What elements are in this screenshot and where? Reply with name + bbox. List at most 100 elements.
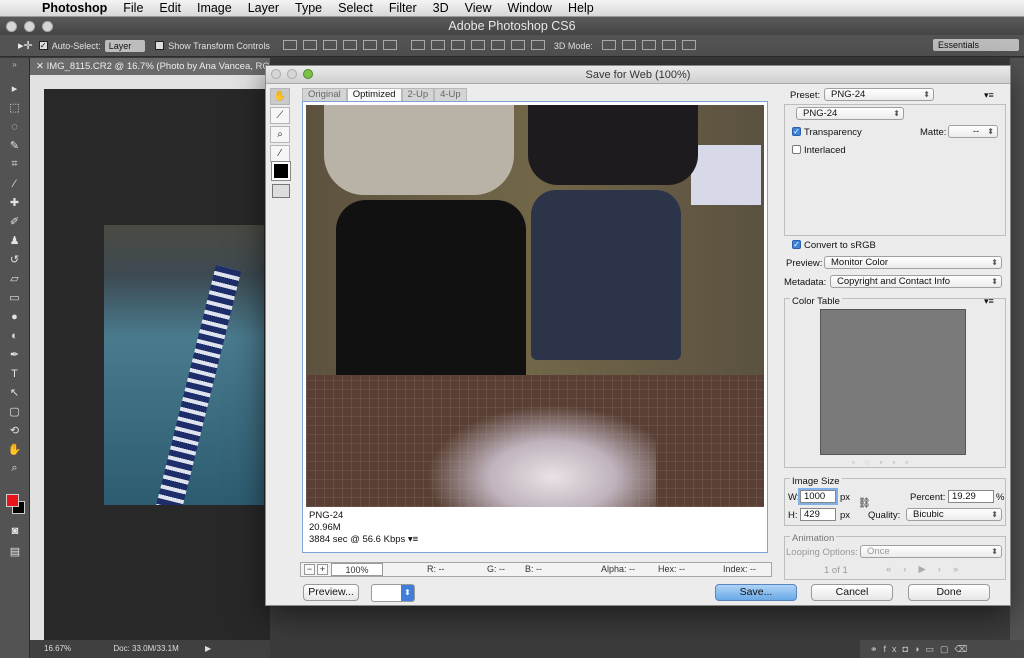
menu-layer[interactable]: Layer (240, 1, 287, 15)
minimize-icon[interactable] (24, 21, 35, 32)
path-select-tool-icon[interactable]: ↖ (5, 384, 25, 401)
lasso-tool-icon[interactable]: ◌ (5, 118, 25, 135)
file-format-select[interactable]: PNG-24 (796, 107, 904, 120)
new-color-icon[interactable]: ▫ (892, 458, 905, 467)
optimized-preview[interactable]: PNG-24 20.96M 3884 sec @ 56.6 Kbps ▾≡ (302, 101, 768, 553)
move-tool-icon[interactable]: ▸✛ (18, 39, 33, 52)
zoom-level[interactable]: 16.67% (44, 644, 71, 653)
3d-tool-icon[interactable]: ⟲ (5, 422, 25, 439)
chevron-down-icon[interactable]: ⬍ (401, 585, 414, 601)
menu-help[interactable]: Help (560, 1, 602, 15)
quality-select[interactable]: Bicubic (906, 508, 1002, 521)
screen-mode-icon[interactable]: ▤ (5, 543, 25, 560)
trash-icon[interactable]: ⌫ (954, 644, 973, 654)
align-top-icon[interactable] (282, 39, 297, 50)
eyedropper-tool-icon[interactable]: ⁄ (270, 145, 290, 162)
preview-color-select[interactable]: Monitor Color (824, 256, 1002, 269)
3d-roll-icon[interactable] (621, 39, 636, 50)
zoom-icon[interactable] (42, 21, 53, 32)
adjustment-icon[interactable]: ◑ (914, 644, 925, 654)
tab-optimized[interactable]: Optimized (346, 88, 402, 101)
eyedropper-tool-icon[interactable]: ⁄ (5, 175, 25, 192)
lock-color-icon[interactable]: ▫ (880, 458, 893, 467)
toolbox-collapse-icon[interactable]: » (0, 58, 29, 78)
document-tab[interactable]: ✕ IMG_8115.CR2 @ 16.7% (Photo by Ana Van… (30, 58, 270, 75)
percent-input[interactable]: 19.29 (948, 490, 994, 503)
dialog-zoom-icon[interactable] (303, 69, 313, 79)
new-layer-icon[interactable]: ▢ (940, 644, 955, 654)
eyedropper-color-swatch[interactable] (271, 161, 291, 181)
save-button[interactable]: Save... (715, 584, 797, 601)
done-button[interactable]: Done (908, 584, 990, 601)
zoom-out-button[interactable]: − (304, 564, 315, 575)
distribute-center-icon[interactable] (490, 39, 505, 50)
link-layers-icon[interactable]: ⚭ (870, 644, 884, 654)
menu-view[interactable]: View (457, 1, 500, 15)
move-tool-icon[interactable]: ▸ (5, 80, 25, 97)
close-tab-icon[interactable]: ✕ (36, 61, 47, 72)
distribute-top-icon[interactable] (410, 39, 425, 50)
matte-select[interactable]: -- (948, 125, 998, 138)
tab-original[interactable]: Original (302, 88, 347, 101)
hand-tool-icon[interactable]: ✋ (270, 88, 290, 105)
fx-icon[interactable]: fx (884, 644, 903, 654)
height-input[interactable]: 429 (800, 508, 836, 521)
zoom-level-select[interactable]: 100% (331, 563, 383, 576)
shape-tool-icon[interactable]: ▢ (5, 403, 25, 420)
distribute-left-icon[interactable] (470, 39, 485, 50)
blur-tool-icon[interactable]: ● (5, 308, 25, 325)
align-center-icon[interactable] (362, 39, 377, 50)
quick-mask-icon[interactable]: ◙ (5, 522, 25, 539)
3d-scale-icon[interactable] (681, 39, 696, 50)
dodge-tool-icon[interactable]: ◐ (5, 327, 25, 344)
menu-edit[interactable]: Edit (151, 1, 189, 15)
auto-select-checkbox[interactable]: ✓ (38, 41, 48, 50)
menu-3d[interactable]: 3D (425, 1, 457, 15)
interlaced-checkbox[interactable] (792, 145, 801, 154)
metadata-select[interactable]: Copyright and Contact Info (830, 275, 1002, 288)
type-tool-icon[interactable]: T (5, 365, 25, 382)
optimize-menu-icon[interactable]: ▾≡ (984, 90, 994, 101)
map-color-icon[interactable]: ▫ (852, 458, 865, 467)
align-left-icon[interactable] (342, 39, 357, 50)
color-table-menu-icon[interactable]: ▾≡ (984, 296, 994, 307)
distribute-middle-icon[interactable] (430, 39, 445, 50)
3d-drag-icon[interactable] (641, 39, 656, 50)
convert-srgb-checkbox[interactable]: ✓ (792, 240, 801, 249)
zoom-tool-icon[interactable]: ⌕ (5, 460, 25, 477)
quick-select-tool-icon[interactable]: ✎ (5, 137, 25, 154)
preset-select[interactable]: PNG-24 (824, 88, 934, 101)
cancel-button[interactable]: Cancel (811, 584, 893, 601)
status-arrow-icon[interactable]: ▶ (205, 644, 211, 653)
menu-image[interactable]: Image (189, 1, 240, 15)
hand-tool-icon[interactable]: ✋ (5, 441, 25, 458)
gradient-tool-icon[interactable]: ▭ (5, 289, 25, 306)
eraser-tool-icon[interactable]: ▱ (5, 270, 25, 287)
3d-slide-icon[interactable] (661, 39, 676, 50)
3d-rotate-icon[interactable] (601, 39, 616, 50)
transparency-checkbox[interactable]: ✓ (792, 127, 801, 136)
layer-select[interactable]: Layer (104, 39, 146, 52)
close-icon[interactable] (6, 21, 17, 32)
menu-file[interactable]: File (115, 1, 151, 15)
stamp-tool-icon[interactable]: ♟ (5, 232, 25, 249)
preview-button[interactable]: Preview... (303, 584, 359, 601)
menu-type[interactable]: Type (287, 1, 330, 15)
zoom-tool-icon[interactable]: ⌕ (270, 126, 290, 143)
align-middle-icon[interactable] (302, 39, 317, 50)
crop-tool-icon[interactable]: ⌗ (5, 156, 25, 173)
show-transform-checkbox[interactable] (155, 41, 165, 50)
download-menu-icon[interactable]: ▾≡ (408, 534, 418, 545)
menu-window[interactable]: Window (500, 1, 560, 15)
menu-filter[interactable]: Filter (381, 1, 425, 15)
align-bottom-icon[interactable] (322, 39, 337, 50)
width-input[interactable]: 1000 (798, 488, 838, 505)
menu-app[interactable]: Photoshop (34, 1, 115, 15)
toggle-slices-icon[interactable] (272, 184, 290, 198)
dialog-minimize-icon[interactable] (287, 69, 297, 79)
distribute-right-icon[interactable] (510, 39, 525, 50)
folder-icon[interactable]: ▭ (925, 644, 940, 654)
distribute-bottom-icon[interactable] (450, 39, 465, 50)
zoom-in-button[interactable]: + (317, 564, 328, 575)
constrain-link-icon[interactable]: ⛓ (858, 498, 871, 509)
